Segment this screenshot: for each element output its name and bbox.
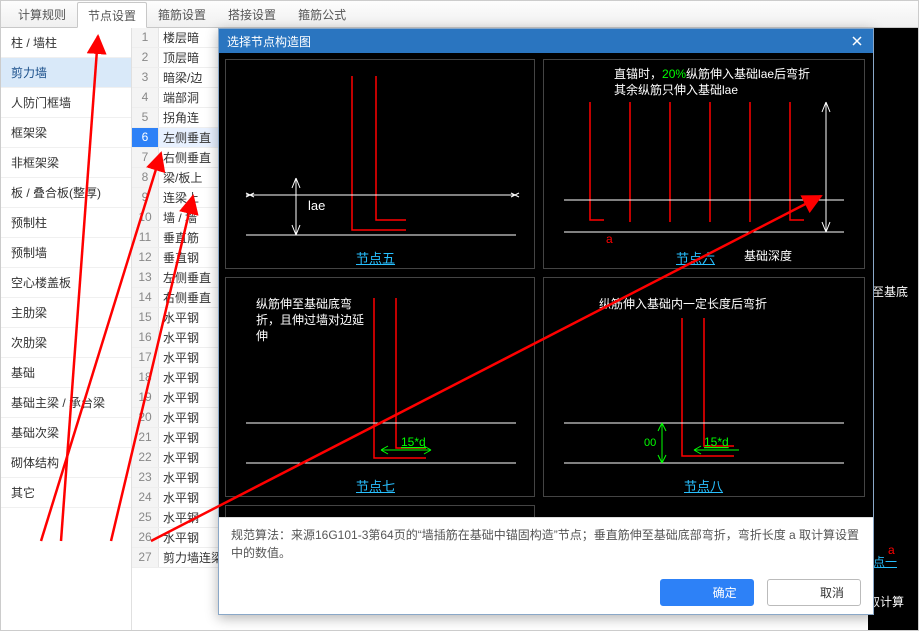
node-link-7[interactable]: 节点七 [356,476,395,495]
dialog-title: 选择节点构造图 [227,33,311,50]
sidebar-item[interactable]: 柱 / 墙柱 [1,28,131,58]
dim-15d: 15*d [401,435,426,449]
node-cell-5[interactable]: lae 节点五 [225,59,535,269]
preview-link[interactable]: 点一 [873,553,897,570]
cancel-button[interactable]: 取消 [767,579,861,606]
sidebar-item[interactable]: 砌体结构 [1,448,131,478]
c8-text: 纵筋伸入基础内一定长度后弯折 [599,296,767,312]
tabs-bar: 计算规则 节点设置 箍筋设置 搭接设置 箍筋公式 [1,1,918,28]
dim-lae: lae [308,198,325,213]
sidebar-item[interactable]: 剪力墙 [1,58,131,88]
sidebar-item[interactable]: 其它 [1,478,131,508]
sidebar-item[interactable]: 非框架梁 [1,148,131,178]
node-link-5[interactable]: 节点五 [356,248,395,267]
dialog-footer: 规范算法：来源16G101-3第64页的“墙插筋在基础中锚固构造”节点；垂直筋伸… [219,517,873,614]
right-preview: 至基底 a 点一 取计算 [868,28,918,630]
c6-sub: 其余纵筋只伸入基础lae [614,82,738,98]
diagram-svg: lae [226,60,536,270]
sidebar-item[interactable]: 框架梁 [1,118,131,148]
dim-00: 00 [644,437,656,449]
tab-calc-rules[interactable]: 计算规则 [7,1,77,27]
preview-text: 至基底 [872,283,908,300]
dialog-body[interactable]: lae 节点五 直锚时，20%纵筋伸入基础lae后弯折 其余纵筋只伸入基础lae [219,53,873,517]
node-cell-6[interactable]: 直锚时，20%纵筋伸入基础lae后弯折 其余纵筋只伸入基础lae a 节点六 基… [543,59,865,269]
c6-pct: 20% [662,67,686,81]
tab-stirrup-formula[interactable]: 箍筋公式 [287,1,357,27]
c6-top: 直锚时， [614,67,662,81]
dim-15d: 15*d [704,435,729,449]
rule-text: 规范算法：来源16G101-3第64页的“墙插筋在基础中锚固构造”节点；垂直筋伸… [231,526,861,579]
select-node-dialog: 选择节点构造图 lae 节点五 [218,28,874,615]
node-cell-9[interactable]: 墙纵筋与底板纵筋搭接 [225,505,535,517]
ok-button[interactable]: 确定 [660,579,754,606]
close-icon[interactable] [849,33,865,49]
dim-a: a [606,232,613,246]
sidebar-item[interactable]: 人防门框墙 [1,88,131,118]
sidebar: 柱 / 墙柱 剪力墙 人防门框墙 框架梁 非框架梁 板 / 叠合板(整厚) 预制… [1,28,132,630]
tab-lap-settings[interactable]: 搭接设置 [217,1,287,27]
sidebar-item[interactable]: 预制墙 [1,238,131,268]
dialog-titlebar: 选择节点构造图 [219,29,873,53]
node-link-6[interactable]: 节点六 [676,248,715,267]
sidebar-item[interactable]: 次肋梁 [1,328,131,358]
tab-node-settings[interactable]: 节点设置 [77,2,147,28]
sidebar-item[interactable]: 基础 [1,358,131,388]
c6-depth: 基础深度 [744,248,792,264]
sidebar-item[interactable]: 空心楼盖板 [1,268,131,298]
node-link-8[interactable]: 节点八 [684,476,723,495]
sidebar-item[interactable]: 板 / 叠合板(整厚) [1,178,131,208]
sidebar-item[interactable]: 基础主梁 / 承台梁 [1,388,131,418]
c6-top2: 纵筋伸入基础lae后弯折 [686,67,810,81]
node-cell-7[interactable]: 纵筋伸至基础底弯折，且伸过墙对边延伸 15*d 节点七 [225,277,535,497]
sidebar-item[interactable]: 主肋梁 [1,298,131,328]
sidebar-item[interactable]: 基础次梁 [1,418,131,448]
sidebar-item[interactable]: 预制柱 [1,208,131,238]
c7-text: 纵筋伸至基础底弯折，且伸过墙对边延伸 [256,296,366,344]
node-cell-8[interactable]: 纵筋伸入基础内一定长度后弯折 00 15*d 节点八 [543,277,865,497]
tab-stirrup-settings[interactable]: 箍筋设置 [147,1,217,27]
